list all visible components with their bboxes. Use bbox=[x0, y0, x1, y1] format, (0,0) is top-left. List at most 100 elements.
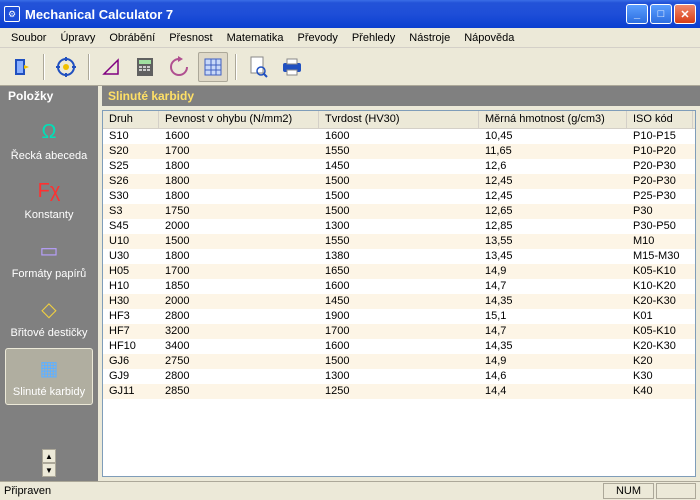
table-row[interactable]: H302000145014,35K20-K30 bbox=[103, 294, 695, 309]
sidebar-item-1[interactable]: FχKonstanty bbox=[5, 171, 93, 228]
col-header[interactable]: Pevnost v ohybu (N/mm2) bbox=[159, 111, 319, 128]
table-row[interactable]: H051700165014,9K05-K10 bbox=[103, 264, 695, 279]
menu-převody[interactable]: Převody bbox=[290, 30, 344, 46]
close-button[interactable]: ✕ bbox=[674, 4, 696, 24]
scroll-down-icon[interactable]: ▼ bbox=[42, 463, 56, 477]
table-row[interactable]: U101500155013,55M10 bbox=[103, 234, 695, 249]
cell: 11,65 bbox=[479, 144, 627, 159]
cell: K05-K10 bbox=[627, 264, 693, 279]
cell: H05 bbox=[103, 264, 159, 279]
table-row[interactable]: GJ112850125014,4K40 bbox=[103, 384, 695, 399]
cell: 12,65 bbox=[479, 204, 627, 219]
cell: S10 bbox=[103, 129, 159, 144]
table-row[interactable]: S201700155011,65P10-P20 bbox=[103, 144, 695, 159]
cell: 1500 bbox=[319, 189, 479, 204]
cell: 14,9 bbox=[479, 264, 627, 279]
cell: 1600 bbox=[319, 129, 479, 144]
menu-úpravy[interactable]: Úpravy bbox=[53, 30, 102, 46]
table-row[interactable]: U301800138013,45M15-M30 bbox=[103, 249, 695, 264]
grid-icon[interactable] bbox=[198, 52, 228, 82]
sidebar-item-3[interactable]: ◇ Břitové destičky bbox=[5, 289, 93, 346]
sidebar-item-label: Břitové destičky bbox=[8, 327, 90, 339]
sidebar-item-label: Konstanty bbox=[8, 209, 90, 221]
print-icon[interactable] bbox=[277, 52, 307, 82]
cell: 1800 bbox=[159, 159, 319, 174]
cell: 3200 bbox=[159, 324, 319, 339]
sidebar-icon: ▦ bbox=[32, 353, 66, 383]
col-header[interactable]: ISO kód bbox=[627, 111, 693, 128]
cell: S45 bbox=[103, 219, 159, 234]
menu-matematika[interactable]: Matematika bbox=[220, 30, 291, 46]
cell: 10,45 bbox=[479, 129, 627, 144]
preview-icon[interactable] bbox=[243, 52, 273, 82]
cell: 12,6 bbox=[479, 159, 627, 174]
menu-soubor[interactable]: Soubor bbox=[4, 30, 53, 46]
cell: GJ6 bbox=[103, 354, 159, 369]
table-row[interactable]: GJ92800130014,6K30 bbox=[103, 369, 695, 384]
app-icon: ⚙ bbox=[4, 6, 20, 22]
sidebar-item-0[interactable]: ΩŘecká abeceda bbox=[5, 112, 93, 169]
cell: 1600 bbox=[319, 279, 479, 294]
table-row[interactable]: HF73200170014,7K05-K10 bbox=[103, 324, 695, 339]
cell: 1300 bbox=[319, 219, 479, 234]
cell: 1550 bbox=[319, 144, 479, 159]
menu-přehledy[interactable]: Přehledy bbox=[345, 30, 402, 46]
triangle-icon[interactable] bbox=[96, 52, 126, 82]
refresh-icon[interactable] bbox=[164, 52, 194, 82]
table-row[interactable]: S251800145012,6P20-P30 bbox=[103, 159, 695, 174]
cell: 2850 bbox=[159, 384, 319, 399]
cell: S20 bbox=[103, 144, 159, 159]
title-bar: ⚙ Mechanical Calculator 7 _ □ ✕ bbox=[0, 0, 700, 28]
table-row[interactable]: S31750150012,65P30 bbox=[103, 204, 695, 219]
cell: 14,7 bbox=[479, 324, 627, 339]
sidebar-item-4[interactable]: ▦Slinuté karbidy bbox=[5, 348, 93, 405]
calculator-icon[interactable] bbox=[130, 52, 160, 82]
menu-nástroje[interactable]: Nástroje bbox=[402, 30, 457, 46]
cell: 1700 bbox=[159, 264, 319, 279]
maximize-button[interactable]: □ bbox=[650, 4, 672, 24]
menu-přesnost[interactable]: Přesnost bbox=[162, 30, 219, 46]
menu-bar: SouborÚpravyObráběníPřesnostMatematikaPř… bbox=[0, 28, 700, 48]
cell: P20-P30 bbox=[627, 174, 693, 189]
table-row[interactable]: HF32800190015,1K01 bbox=[103, 309, 695, 324]
cell: 1450 bbox=[319, 294, 479, 309]
table-row[interactable]: GJ62750150014,9K20 bbox=[103, 354, 695, 369]
cell: 1800 bbox=[159, 249, 319, 264]
cell: M10 bbox=[627, 234, 693, 249]
cell: 1600 bbox=[159, 129, 319, 144]
cell: K20-K30 bbox=[627, 339, 693, 354]
cell: H10 bbox=[103, 279, 159, 294]
cell: 1450 bbox=[319, 159, 479, 174]
cell: M15-M30 bbox=[627, 249, 693, 264]
menu-obrábění[interactable]: Obrábění bbox=[102, 30, 162, 46]
col-header[interactable]: Tvrdost (HV30) bbox=[319, 111, 479, 128]
status-text: Připraven bbox=[4, 485, 601, 497]
col-header[interactable]: Měrná hmotnost (g/cm3) bbox=[479, 111, 627, 128]
table-row[interactable]: S301800150012,45P25-P30 bbox=[103, 189, 695, 204]
scroll-up-icon[interactable]: ▲ bbox=[42, 449, 56, 463]
gear-icon[interactable] bbox=[51, 52, 81, 82]
cell: 1250 bbox=[319, 384, 479, 399]
table-row[interactable]: S101600160010,45P10-P15 bbox=[103, 129, 695, 144]
sidebar-item-2[interactable]: ▭Formáty papírů bbox=[5, 230, 93, 287]
cell: HF10 bbox=[103, 339, 159, 354]
table-header: DruhPevnost v ohybu (N/mm2)Tvrdost (HV30… bbox=[103, 111, 695, 129]
cell: GJ9 bbox=[103, 369, 159, 384]
cell: S26 bbox=[103, 174, 159, 189]
table-row[interactable]: S261800150012,45P20-P30 bbox=[103, 174, 695, 189]
door-icon[interactable] bbox=[6, 52, 36, 82]
cell: 1800 bbox=[159, 189, 319, 204]
cell: K40 bbox=[627, 384, 693, 399]
table-row[interactable]: HF103400160014,35K20-K30 bbox=[103, 339, 695, 354]
cell: S3 bbox=[103, 204, 159, 219]
cell: 2000 bbox=[159, 219, 319, 234]
cell: P10-P20 bbox=[627, 144, 693, 159]
sidebar-icon: ◇ bbox=[32, 294, 66, 324]
status-bar: Připraven NUM bbox=[0, 481, 700, 500]
table-body[interactable]: S101600160010,45P10-P15S201700155011,65P… bbox=[103, 129, 695, 476]
table-row[interactable]: S452000130012,85P30-P50 bbox=[103, 219, 695, 234]
menu-nápověda[interactable]: Nápověda bbox=[457, 30, 521, 46]
minimize-button[interactable]: _ bbox=[626, 4, 648, 24]
col-header[interactable]: Druh bbox=[103, 111, 159, 128]
table-row[interactable]: H101850160014,7K10-K20 bbox=[103, 279, 695, 294]
